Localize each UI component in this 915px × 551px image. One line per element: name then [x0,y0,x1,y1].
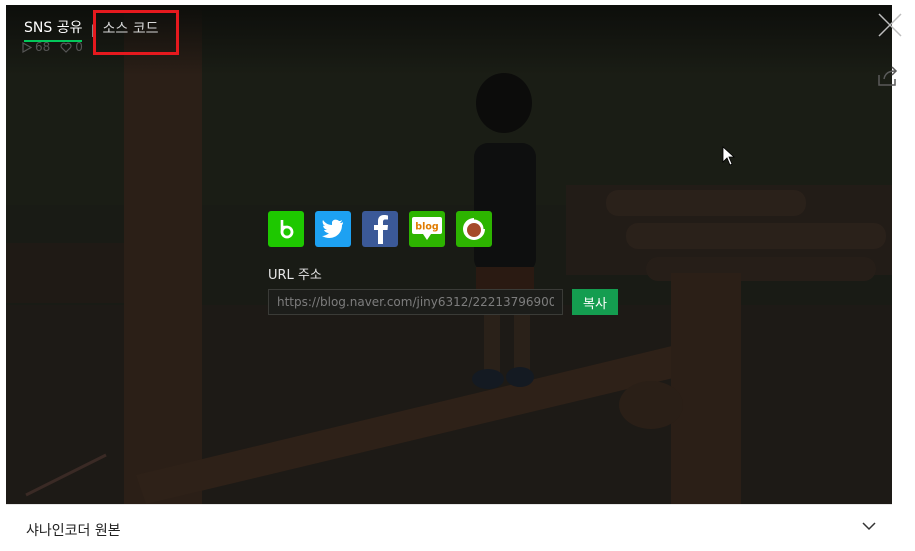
url-field[interactable] [268,289,563,315]
video-stats: 68 0 [22,40,83,54]
share-icon[interactable] [875,63,901,89]
play-count-value: 68 [35,40,51,54]
like-count-value: 0 [75,40,83,54]
play-count: 68 [22,40,50,54]
close-icon[interactable] [875,10,905,40]
facebook-share-button[interactable] [362,211,398,247]
like-count: 0 [60,40,83,54]
original-label: 샤나인코더 원본 [26,523,121,539]
twitter-share-button[interactable] [315,211,351,247]
highlight-box [93,10,179,55]
band-share-button[interactable] [268,211,304,247]
url-label: URL 주소 [268,268,322,283]
chevron-down-icon [862,522,876,531]
original-dropdown[interactable]: 샤나인코더 원본 [6,504,892,551]
mouse-cursor-icon [722,146,736,166]
blog-share-button[interactable]: blog [409,211,445,247]
facebook-icon [374,215,388,244]
video-background [6,5,892,504]
tab-sns-share[interactable]: SNS 공유 [24,17,83,42]
twitter-icon [322,219,343,238]
copy-button[interactable]: 복사 [572,289,618,315]
blog-icon-label: blog [415,222,438,233]
blog-icon: blog [412,217,442,240]
cafe-share-button[interactable] [456,211,492,247]
play-icon [22,41,32,53]
heart-icon [60,42,72,53]
cafe-icon [463,216,487,240]
sns-buttons: blog [268,211,492,247]
band-icon [280,220,294,239]
video-player[interactable] [6,5,892,504]
